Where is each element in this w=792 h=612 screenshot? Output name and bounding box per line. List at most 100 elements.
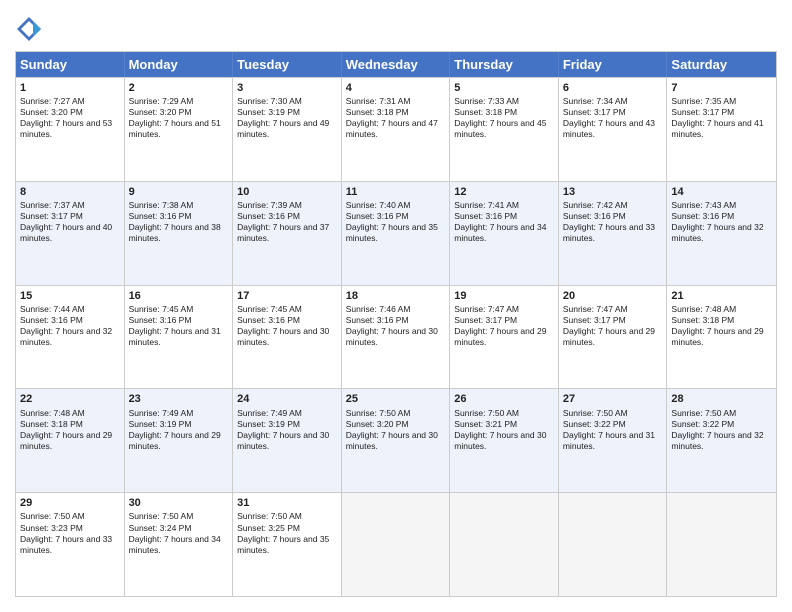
day-cell-30: 30Sunrise: 7:50 AMSunset: 3:24 PMDayligh… [125,493,234,596]
sunrise-text: Sunrise: 7:30 AM [237,96,302,106]
sunset-text: Sunset: 3:16 PM [563,211,626,221]
day-number: 27 [563,392,663,406]
sunrise-text: Sunrise: 7:50 AM [129,511,194,521]
sunset-text: Sunset: 3:16 PM [129,211,192,221]
daylight-text: Daylight: 7 hours and 29 minutes. [454,326,546,347]
daylight-text: Daylight: 7 hours and 33 minutes. [563,222,655,243]
day-cell-17: 17Sunrise: 7:45 AMSunset: 3:16 PMDayligh… [233,286,342,389]
daylight-text: Daylight: 7 hours and 31 minutes. [129,326,221,347]
day-number: 24 [237,392,337,406]
week-row-5: 29Sunrise: 7:50 AMSunset: 3:23 PMDayligh… [16,492,776,596]
day-header-friday: Friday [559,52,668,77]
day-header-monday: Monday [125,52,234,77]
daylight-text: Daylight: 7 hours and 38 minutes. [129,222,221,243]
day-number: 14 [671,185,772,199]
daylight-text: Daylight: 7 hours and 43 minutes. [563,118,655,139]
sunrise-text: Sunrise: 7:46 AM [346,304,411,314]
day-cell-1: 1Sunrise: 7:27 AMSunset: 3:20 PMDaylight… [16,78,125,181]
sunrise-text: Sunrise: 7:50 AM [671,408,736,418]
sunset-text: Sunset: 3:19 PM [237,107,300,117]
day-number: 9 [129,185,229,199]
sunset-text: Sunset: 3:16 PM [129,315,192,325]
daylight-text: Daylight: 7 hours and 31 minutes. [563,430,655,451]
week-row-1: 1Sunrise: 7:27 AMSunset: 3:20 PMDaylight… [16,77,776,181]
sunset-text: Sunset: 3:24 PM [129,523,192,533]
empty-cell [667,493,776,596]
day-cell-21: 21Sunrise: 7:48 AMSunset: 3:18 PMDayligh… [667,286,776,389]
day-number: 18 [346,289,446,303]
daylight-text: Daylight: 7 hours and 30 minutes. [346,430,438,451]
sunset-text: Sunset: 3:17 PM [563,107,626,117]
day-number: 17 [237,289,337,303]
sunset-text: Sunset: 3:16 PM [20,315,83,325]
sunrise-text: Sunrise: 7:44 AM [20,304,85,314]
day-number: 13 [563,185,663,199]
sunrise-text: Sunrise: 7:31 AM [346,96,411,106]
day-number: 28 [671,392,772,406]
sunset-text: Sunset: 3:18 PM [346,107,409,117]
empty-cell [342,493,451,596]
daylight-text: Daylight: 7 hours and 49 minutes. [237,118,329,139]
sunset-text: Sunset: 3:18 PM [671,315,734,325]
sunrise-text: Sunrise: 7:50 AM [454,408,519,418]
day-cell-11: 11Sunrise: 7:40 AMSunset: 3:16 PMDayligh… [342,182,451,285]
sunrise-text: Sunrise: 7:48 AM [20,408,85,418]
day-cell-7: 7Sunrise: 7:35 AMSunset: 3:17 PMDaylight… [667,78,776,181]
day-number: 21 [671,289,772,303]
sunset-text: Sunset: 3:16 PM [346,315,409,325]
sunset-text: Sunset: 3:18 PM [454,107,517,117]
sunrise-text: Sunrise: 7:45 AM [237,304,302,314]
day-number: 19 [454,289,554,303]
daylight-text: Daylight: 7 hours and 53 minutes. [20,118,112,139]
day-number: 2 [129,81,229,95]
sunrise-text: Sunrise: 7:48 AM [671,304,736,314]
day-cell-10: 10Sunrise: 7:39 AMSunset: 3:16 PMDayligh… [233,182,342,285]
day-cell-3: 3Sunrise: 7:30 AMSunset: 3:19 PMDaylight… [233,78,342,181]
sunrise-text: Sunrise: 7:40 AM [346,200,411,210]
week-row-2: 8Sunrise: 7:37 AMSunset: 3:17 PMDaylight… [16,181,776,285]
day-number: 8 [20,185,120,199]
daylight-text: Daylight: 7 hours and 32 minutes. [671,222,763,243]
sunset-text: Sunset: 3:16 PM [454,211,517,221]
daylight-text: Daylight: 7 hours and 35 minutes. [237,534,329,555]
empty-cell [450,493,559,596]
sunset-text: Sunset: 3:16 PM [671,211,734,221]
day-cell-6: 6Sunrise: 7:34 AMSunset: 3:17 PMDaylight… [559,78,668,181]
daylight-text: Daylight: 7 hours and 33 minutes. [20,534,112,555]
daylight-text: Daylight: 7 hours and 47 minutes. [346,118,438,139]
daylight-text: Daylight: 7 hours and 30 minutes. [237,430,329,451]
day-number: 7 [671,81,772,95]
daylight-text: Daylight: 7 hours and 41 minutes. [671,118,763,139]
day-cell-5: 5Sunrise: 7:33 AMSunset: 3:18 PMDaylight… [450,78,559,181]
empty-cell [559,493,668,596]
calendar-header: SundayMondayTuesdayWednesdayThursdayFrid… [16,52,776,77]
sunrise-text: Sunrise: 7:50 AM [563,408,628,418]
day-cell-29: 29Sunrise: 7:50 AMSunset: 3:23 PMDayligh… [16,493,125,596]
daylight-text: Daylight: 7 hours and 29 minutes. [671,326,763,347]
calendar-body: 1Sunrise: 7:27 AMSunset: 3:20 PMDaylight… [16,77,776,596]
day-cell-18: 18Sunrise: 7:46 AMSunset: 3:16 PMDayligh… [342,286,451,389]
day-cell-22: 22Sunrise: 7:48 AMSunset: 3:18 PMDayligh… [16,389,125,492]
logo [15,15,45,43]
day-number: 11 [346,185,446,199]
sunrise-text: Sunrise: 7:50 AM [346,408,411,418]
sunset-text: Sunset: 3:18 PM [20,419,83,429]
daylight-text: Daylight: 7 hours and 32 minutes. [671,430,763,451]
day-cell-24: 24Sunrise: 7:49 AMSunset: 3:19 PMDayligh… [233,389,342,492]
day-cell-26: 26Sunrise: 7:50 AMSunset: 3:21 PMDayligh… [450,389,559,492]
sunset-text: Sunset: 3:22 PM [671,419,734,429]
daylight-text: Daylight: 7 hours and 29 minutes. [20,430,112,451]
sunset-text: Sunset: 3:20 PM [20,107,83,117]
day-cell-14: 14Sunrise: 7:43 AMSunset: 3:16 PMDayligh… [667,182,776,285]
sunset-text: Sunset: 3:22 PM [563,419,626,429]
page: SundayMondayTuesdayWednesdayThursdayFrid… [0,0,792,612]
sunset-text: Sunset: 3:25 PM [237,523,300,533]
sunrise-text: Sunrise: 7:43 AM [671,200,736,210]
day-number: 26 [454,392,554,406]
sunrise-text: Sunrise: 7:42 AM [563,200,628,210]
day-cell-9: 9Sunrise: 7:38 AMSunset: 3:16 PMDaylight… [125,182,234,285]
daylight-text: Daylight: 7 hours and 51 minutes. [129,118,221,139]
day-number: 4 [346,81,446,95]
day-number: 6 [563,81,663,95]
day-cell-2: 2Sunrise: 7:29 AMSunset: 3:20 PMDaylight… [125,78,234,181]
